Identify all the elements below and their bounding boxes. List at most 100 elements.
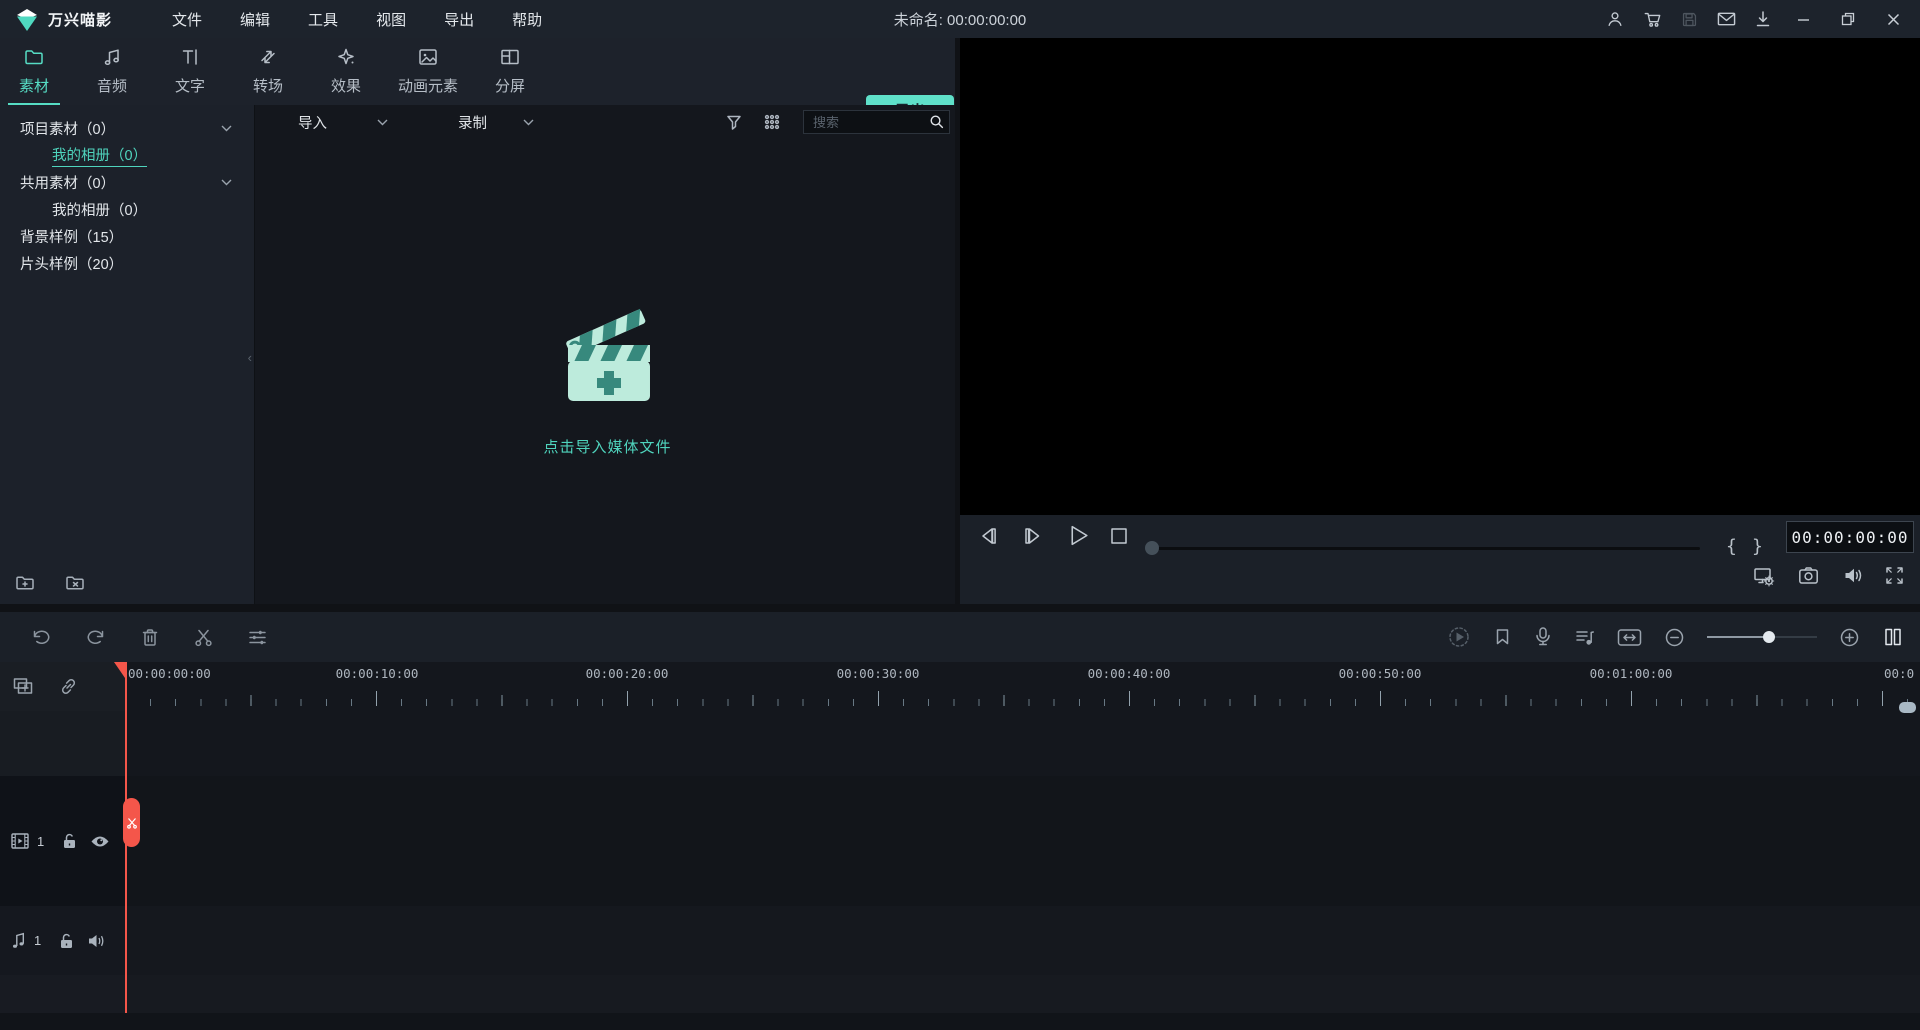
media-toolbar: 导入 录制 bbox=[255, 105, 960, 139]
search-icon[interactable] bbox=[928, 113, 945, 130]
undo-icon[interactable] bbox=[30, 626, 52, 648]
tab-split-screen[interactable]: 分屏 bbox=[484, 38, 536, 105]
ruler-label: 00:00:10:00 bbox=[336, 666, 419, 681]
menu-file[interactable]: 文件 bbox=[160, 5, 214, 34]
tab-media[interactable]: 素材 bbox=[8, 38, 60, 105]
tab-effects[interactable]: 效果 bbox=[320, 38, 372, 105]
delete-folder-icon[interactable] bbox=[64, 572, 88, 594]
marker-icon[interactable] bbox=[1493, 627, 1512, 648]
tab-label: 素材 bbox=[19, 75, 49, 96]
timeline-bottom-strip bbox=[0, 1013, 1920, 1030]
library-sidebar: 项目素材（0） 我的相册（0） 共用素材（0） 我的相册（0） 背景样例（15）… bbox=[0, 105, 255, 604]
title-bar: 万兴喵影 文件 编辑 工具 视图 导出 帮助 bbox=[0, 0, 1920, 38]
account-icon[interactable] bbox=[1606, 10, 1624, 28]
sidebar-item-project-media[interactable]: 项目素材（0） bbox=[0, 115, 254, 142]
zoom-slider-handle[interactable] bbox=[1763, 631, 1775, 643]
effects-icon bbox=[335, 46, 357, 68]
link-icon[interactable] bbox=[58, 676, 79, 697]
stop-icon[interactable] bbox=[1110, 527, 1128, 545]
import-hint-text: 点击导入媒体文件 bbox=[543, 436, 671, 457]
close-button[interactable] bbox=[1880, 6, 1906, 32]
timeline-lower-row bbox=[0, 975, 1920, 1013]
tab-elements[interactable]: 动画元素 bbox=[398, 38, 458, 105]
tab-text[interactable]: 文字 bbox=[164, 38, 216, 105]
chevron-down-icon bbox=[377, 119, 388, 126]
zoom-out-icon[interactable] bbox=[1664, 627, 1685, 648]
timeline-zoom-slider[interactable] bbox=[1707, 630, 1817, 644]
menu-help[interactable]: 帮助 bbox=[500, 5, 554, 34]
voiceover-mic-icon[interactable] bbox=[1534, 626, 1552, 648]
timeline-toolbar bbox=[0, 612, 1920, 662]
playhead-cut-handle[interactable] bbox=[123, 798, 140, 847]
chevron-down-icon[interactable] bbox=[221, 125, 232, 132]
render-preview-icon[interactable] bbox=[1447, 625, 1471, 649]
sidebar-item-shared-media[interactable]: 共用素材（0） bbox=[0, 169, 254, 196]
lock-icon[interactable] bbox=[61, 832, 78, 850]
next-frame-icon[interactable] bbox=[1022, 525, 1044, 547]
video-track-header: 1 bbox=[0, 776, 125, 906]
delete-icon[interactable] bbox=[140, 627, 160, 648]
audio-track-lane[interactable] bbox=[125, 906, 1920, 975]
speaker-icon[interactable] bbox=[87, 933, 107, 949]
mark-in-icon[interactable]: { bbox=[1726, 536, 1737, 557]
lock-icon[interactable] bbox=[58, 932, 75, 950]
menu-view[interactable]: 视图 bbox=[364, 5, 418, 34]
play-icon[interactable] bbox=[1066, 523, 1091, 548]
ruler-label: 00:00:20:00 bbox=[586, 666, 669, 681]
cart-icon[interactable] bbox=[1643, 10, 1662, 28]
minimize-button[interactable] bbox=[1790, 6, 1816, 32]
adjust-icon[interactable] bbox=[247, 627, 268, 648]
video-track-lane[interactable] bbox=[125, 776, 1920, 906]
audio-mixer-icon[interactable] bbox=[1574, 627, 1595, 648]
sidebar-item-my-album[interactable]: 我的相册（0） bbox=[0, 142, 254, 169]
add-track-icon[interactable] bbox=[12, 676, 36, 697]
chevron-down-icon[interactable] bbox=[221, 179, 232, 186]
eye-icon[interactable] bbox=[90, 834, 110, 849]
redo-icon[interactable] bbox=[85, 626, 107, 648]
tab-audio[interactable]: 音频 bbox=[86, 38, 138, 105]
mark-out-icon[interactable]: } bbox=[1752, 536, 1763, 557]
timeline-ruler[interactable]: 00:00:00:00 00:00:10:00 00:00:20:00 00:0… bbox=[125, 662, 1920, 711]
panel-divider-horizontal bbox=[0, 604, 1920, 612]
fit-timeline-icon[interactable] bbox=[1617, 628, 1642, 647]
display-settings-icon[interactable] bbox=[1753, 566, 1776, 587]
add-folder-icon[interactable] bbox=[14, 572, 38, 594]
zoom-in-icon[interactable] bbox=[1839, 627, 1860, 648]
audio-track-header: 1 bbox=[0, 906, 125, 975]
download-icon[interactable] bbox=[1755, 10, 1771, 28]
timeline-scrollbar-handle[interactable] bbox=[1899, 702, 1916, 713]
transition-icon bbox=[257, 46, 279, 68]
menu-tools[interactable]: 工具 bbox=[296, 5, 350, 34]
fullscreen-icon[interactable] bbox=[1885, 566, 1904, 585]
snapshot-icon[interactable] bbox=[1798, 566, 1819, 585]
import-dropdown[interactable]: 导入 bbox=[298, 112, 388, 133]
import-media-dropzone[interactable]: 点击导入媒体文件 bbox=[543, 295, 671, 457]
asset-tab-bar: 素材 音频 文字 转场 bbox=[0, 38, 960, 105]
gap-row-header bbox=[0, 711, 125, 776]
mail-icon[interactable] bbox=[1717, 11, 1736, 27]
seek-handle[interactable] bbox=[1145, 541, 1159, 555]
gap-row-body bbox=[125, 711, 1920, 776]
sidebar-item-shared-album[interactable]: 我的相册（0） bbox=[0, 196, 254, 223]
playhead-flag[interactable] bbox=[114, 662, 125, 678]
filter-icon[interactable] bbox=[725, 113, 743, 131]
tab-label: 音频 bbox=[97, 75, 127, 96]
track-manager-icon[interactable] bbox=[1882, 626, 1904, 648]
restore-button[interactable] bbox=[1835, 6, 1861, 32]
sidebar-collapse-handle[interactable]: ‹ bbox=[248, 350, 252, 365]
tab-transition[interactable]: 转场 bbox=[242, 38, 294, 105]
sidebar-item-intro-samples[interactable]: 片头样例（20） bbox=[0, 250, 254, 277]
music-note-icon bbox=[101, 46, 123, 68]
menu-export[interactable]: 导出 bbox=[432, 5, 486, 34]
seek-bar[interactable] bbox=[1152, 547, 1700, 550]
record-dropdown[interactable]: 录制 bbox=[458, 112, 534, 133]
video-viewport[interactable] bbox=[960, 38, 1920, 515]
volume-icon[interactable] bbox=[1843, 566, 1864, 585]
grid-view-icon[interactable] bbox=[763, 113, 781, 131]
previous-frame-icon[interactable] bbox=[977, 525, 999, 547]
audio-track-icon bbox=[10, 931, 27, 950]
sidebar-item-background-samples[interactable]: 背景样例（15） bbox=[0, 223, 254, 250]
folder-icon bbox=[23, 46, 45, 68]
split-scissors-icon[interactable] bbox=[193, 627, 214, 648]
menu-edit[interactable]: 编辑 bbox=[228, 5, 282, 34]
